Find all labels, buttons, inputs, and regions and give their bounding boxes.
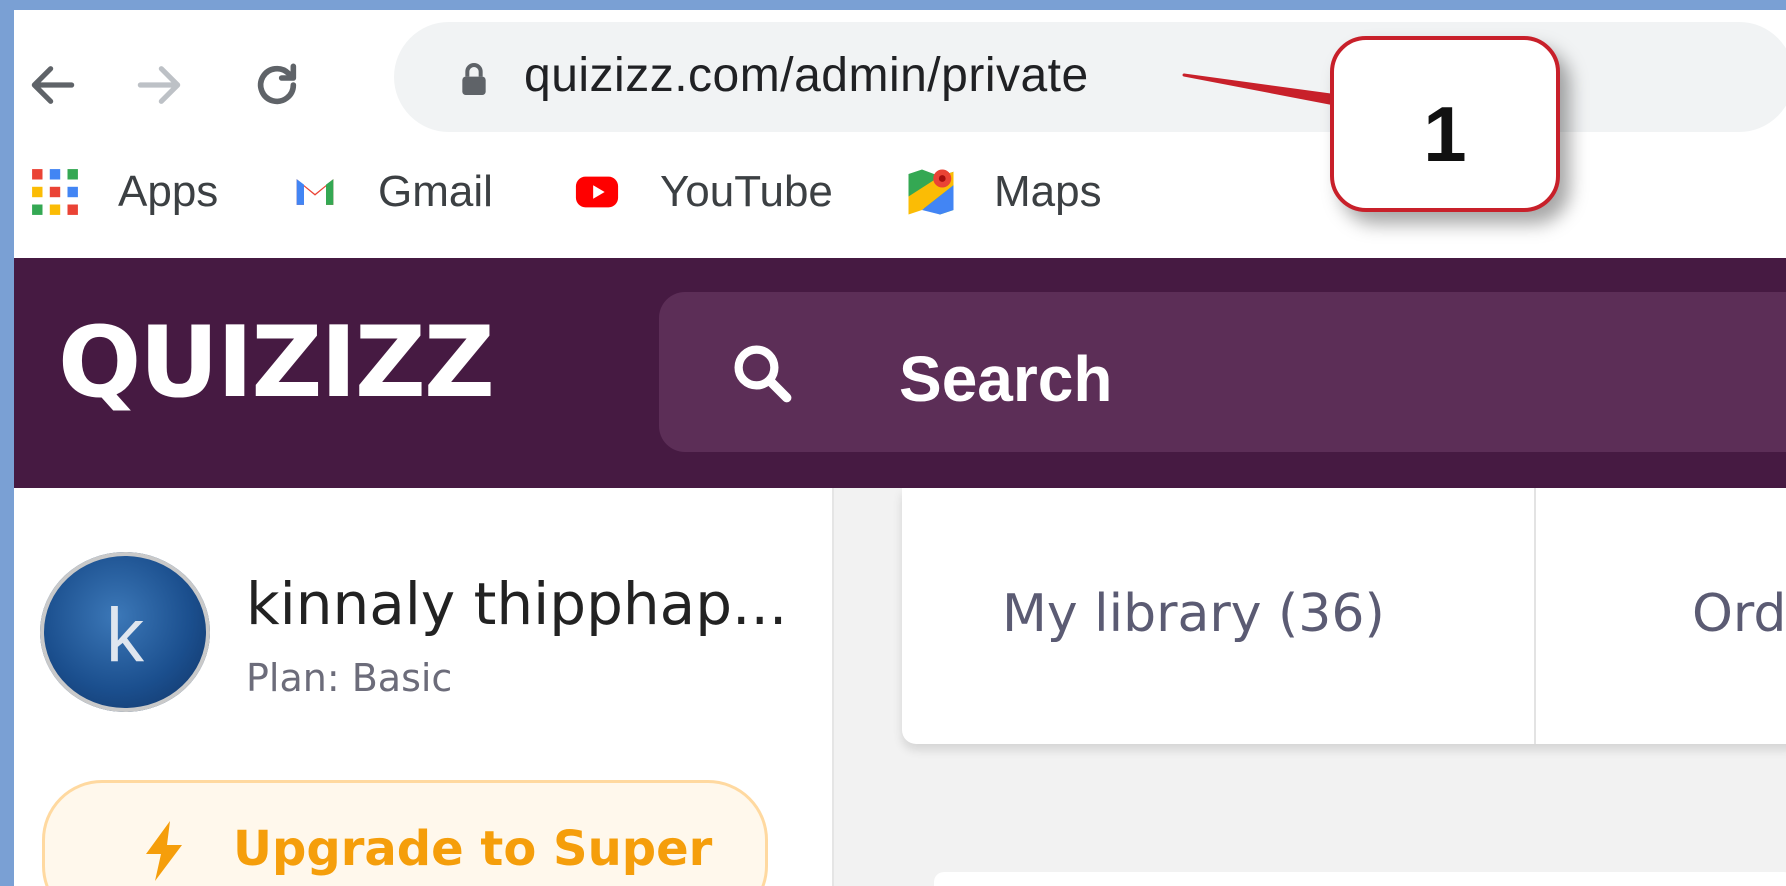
user-plan: Plan: Basic bbox=[246, 656, 453, 700]
bookmark-maps[interactable]: Maps bbox=[904, 162, 1102, 222]
lightning-icon bbox=[146, 821, 182, 881]
upgrade-label: Upgrade to Super bbox=[233, 821, 713, 877]
window-border-left bbox=[0, 0, 14, 886]
reload-icon bbox=[257, 63, 297, 105]
main-content: My library (36) Ord bbox=[834, 488, 1786, 886]
tab-other[interactable]: Ord bbox=[1692, 584, 1786, 644]
apps-grid-icon bbox=[28, 165, 82, 219]
search-bar[interactable]: Search bbox=[659, 292, 1786, 452]
bookmark-gmail[interactable]: Gmail bbox=[288, 162, 493, 222]
app-header: QUIZIZZ Search bbox=[14, 258, 1786, 488]
bookmark-label: Apps bbox=[118, 167, 219, 216]
youtube-icon bbox=[570, 165, 624, 219]
bookmark-apps[interactable]: Apps bbox=[28, 162, 218, 222]
reload-button[interactable] bbox=[242, 50, 312, 120]
lock-icon bbox=[462, 63, 486, 95]
address-bar[interactable]: quizizz.com/admin/private bbox=[394, 22, 1786, 132]
sidebar: k kinnaly thipphap... Plan: Basic Upgrad… bbox=[14, 488, 834, 886]
callout-annotation: 1 bbox=[1330, 36, 1560, 212]
search-placeholder: Search bbox=[899, 343, 1113, 415]
bookmark-label: Maps bbox=[994, 167, 1102, 216]
upgrade-button[interactable]: Upgrade to Super bbox=[42, 780, 768, 886]
arrow-left-icon bbox=[31, 66, 75, 104]
back-button[interactable] bbox=[18, 50, 88, 120]
bookmark-label: Gmail bbox=[378, 167, 493, 216]
library-tabs-card: My library (36) Ord bbox=[902, 488, 1786, 744]
callout-number: 1 bbox=[1423, 89, 1467, 178]
forward-button[interactable] bbox=[124, 50, 194, 120]
tab-my-library[interactable]: My library (36) bbox=[1002, 584, 1385, 644]
search-icon bbox=[734, 345, 792, 403]
content-card bbox=[934, 872, 1786, 886]
avatar[interactable]: k bbox=[40, 552, 210, 712]
window-border-top bbox=[0, 0, 1786, 10]
maps-icon bbox=[904, 165, 958, 219]
bookmark-label: YouTube bbox=[660, 167, 833, 216]
bookmark-youtube[interactable]: YouTube bbox=[570, 162, 833, 222]
arrow-right-icon bbox=[137, 66, 181, 104]
url-text: quizizz.com/admin/private bbox=[524, 49, 1089, 102]
avatar-initial: k bbox=[106, 592, 144, 678]
tab-divider bbox=[1534, 488, 1536, 744]
quizizz-logo[interactable]: QUIZIZZ bbox=[58, 306, 495, 420]
gmail-icon bbox=[288, 165, 342, 219]
user-name: kinnaly thipphap... bbox=[246, 570, 788, 638]
screenshot-frame: quizizz.com/admin/private Apps Gmail You… bbox=[0, 0, 1786, 886]
